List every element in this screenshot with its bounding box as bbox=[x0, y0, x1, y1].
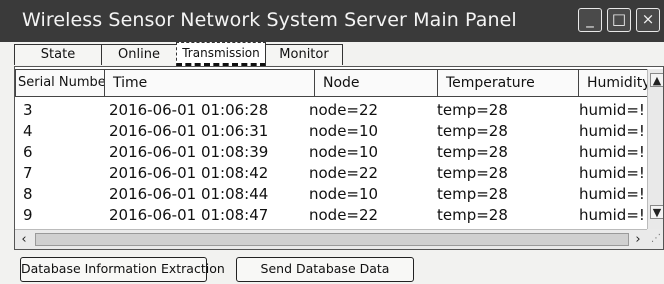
table-row[interactable]: 9 2016-06-01 01:08:47 node=22 temp=28 hu… bbox=[15, 206, 647, 224]
column-serial-number[interactable]: Serial Number bbox=[15, 69, 105, 97]
tab-monitor[interactable]: Monitor bbox=[265, 44, 343, 65]
cell-serial: 9 bbox=[23, 206, 33, 224]
tab-transmission[interactable]: Transmission bbox=[176, 42, 266, 66]
column-temperature[interactable]: Temperature bbox=[437, 69, 579, 97]
cell-time: 2016-06-01 01:08:47 bbox=[109, 206, 269, 224]
cell-humidity: humid=! bbox=[579, 206, 645, 224]
cell-time: 2016-06-01 01:08:39 bbox=[109, 143, 269, 161]
cell-serial: 4 bbox=[23, 122, 33, 140]
cell-time: 2016-06-01 01:08:42 bbox=[109, 164, 269, 182]
scroll-down-icon[interactable]: ▼ bbox=[650, 205, 663, 219]
cell-humidity: humid=! bbox=[579, 101, 645, 119]
close-button[interactable]: × bbox=[636, 8, 660, 32]
cell-temperature: temp=28 bbox=[437, 122, 508, 140]
scroll-up-icon[interactable]: ▲ bbox=[650, 73, 663, 87]
table-row[interactable]: 3 2016-06-01 01:06:28 node=22 temp=28 hu… bbox=[15, 101, 647, 119]
cell-temperature: temp=28 bbox=[437, 185, 508, 203]
maximize-button[interactable]: □ bbox=[607, 8, 631, 32]
vertical-scrollbar[interactable]: ▲ ▼ bbox=[647, 69, 663, 229]
tab-strip: State Online Transmission Monitor bbox=[0, 42, 664, 66]
cell-serial: 6 bbox=[23, 143, 33, 161]
table-header: Serial Number Time Node Temperature Humi… bbox=[15, 69, 648, 97]
title-bar: Wireless Sensor Network System Server Ma… bbox=[0, 0, 664, 42]
cell-humidity: humid=! bbox=[579, 164, 645, 182]
cell-node: node=22 bbox=[309, 164, 379, 182]
horizontal-scrollbar[interactable]: ‹ › bbox=[15, 229, 647, 249]
scroll-left-icon[interactable]: ‹ bbox=[17, 233, 31, 247]
minimize-button[interactable]: _ bbox=[578, 8, 602, 32]
cell-temperature: temp=28 bbox=[437, 206, 508, 224]
scroll-right-icon[interactable]: › bbox=[631, 233, 645, 247]
cell-serial: 7 bbox=[23, 164, 33, 182]
window-title: Wireless Sensor Network System Server Ma… bbox=[22, 9, 517, 31]
table-row[interactable]: 8 2016-06-01 01:08:44 node=10 temp=28 hu… bbox=[15, 185, 647, 203]
cell-node: node=22 bbox=[309, 101, 379, 119]
cell-time: 2016-06-01 01:06:31 bbox=[109, 122, 269, 140]
table-row[interactable]: 4 2016-06-01 01:06:31 node=10 temp=28 hu… bbox=[15, 122, 647, 140]
cell-humidity: humid=! bbox=[579, 122, 645, 140]
maximize-icon: □ bbox=[611, 10, 627, 28]
tab-state[interactable]: State bbox=[14, 44, 102, 65]
cell-time: 2016-06-01 01:06:28 bbox=[109, 101, 269, 119]
column-node[interactable]: Node bbox=[314, 69, 438, 97]
cell-serial: 3 bbox=[23, 101, 33, 119]
column-humidity[interactable]: Humidity bbox=[578, 69, 648, 97]
cell-humidity: humid=! bbox=[579, 143, 645, 161]
column-time[interactable]: Time bbox=[104, 69, 315, 97]
horizontal-scroll-thumb[interactable] bbox=[35, 233, 629, 246]
cell-node: node=10 bbox=[309, 122, 379, 140]
cell-temperature: temp=28 bbox=[437, 143, 508, 161]
table-row[interactable]: 6 2016-06-01 01:08:39 node=10 temp=28 hu… bbox=[15, 143, 647, 161]
cell-node: node=10 bbox=[309, 185, 379, 203]
cell-node: node=22 bbox=[309, 206, 379, 224]
cell-temperature: temp=28 bbox=[437, 164, 508, 182]
send-database-data-button[interactable]: Send Database Data bbox=[236, 257, 414, 282]
cell-humidity: humid=! bbox=[579, 185, 645, 203]
cell-time: 2016-06-01 01:08:44 bbox=[109, 185, 269, 203]
database-extraction-button[interactable]: Database Information Extraction bbox=[20, 257, 225, 282]
cell-temperature: temp=28 bbox=[437, 101, 508, 119]
tab-online[interactable]: Online bbox=[101, 44, 177, 65]
close-icon: × bbox=[641, 10, 655, 28]
transmission-panel: Serial Number Time Node Temperature Humi… bbox=[14, 66, 664, 250]
cell-node: node=10 bbox=[309, 143, 379, 161]
table-row[interactable]: 7 2016-06-01 01:08:42 node=22 temp=28 hu… bbox=[15, 164, 647, 182]
resize-grip-icon[interactable]: ⋰ bbox=[647, 229, 663, 249]
cell-serial: 8 bbox=[23, 185, 33, 203]
minimize-icon: _ bbox=[586, 10, 594, 28]
